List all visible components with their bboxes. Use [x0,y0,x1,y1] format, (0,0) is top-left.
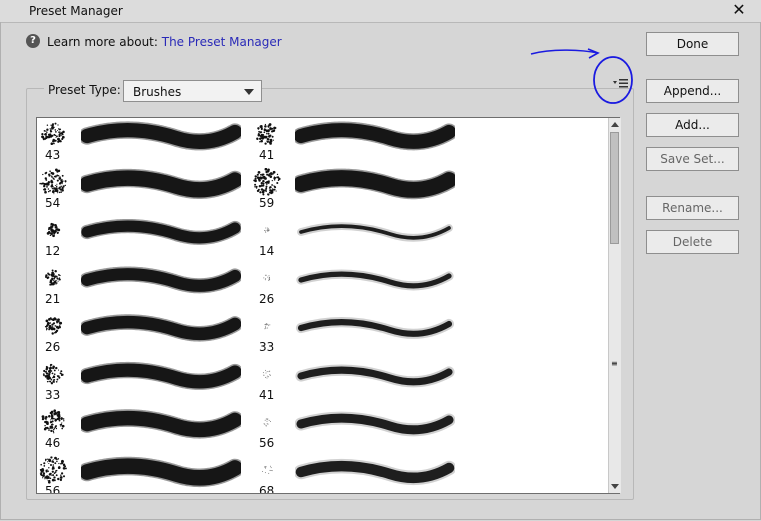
brush-stroke-preview [81,314,241,342]
rename-button[interactable]: Rename... [646,196,739,220]
window-title: Preset Manager [29,4,123,18]
brush-grid[interactable]: 43 54 12 21 26 33 46 56 41 59 14 26 33 41 56 68 [36,117,620,494]
brush-stroke-preview [296,269,454,291]
brush-preset-item[interactable]: 21 [37,264,241,312]
title-bar: Preset Manager ✕ [0,0,761,23]
append-button[interactable]: Append... [646,79,739,103]
brush-stroke-preview [81,266,241,294]
brush-tip-icon [262,465,273,474]
brush-tip-icon [39,456,67,484]
brush-size-label: 56 [259,436,275,450]
brush-size-label: 68 [259,484,275,494]
brush-size-label: 59 [259,196,275,210]
brush-stroke-preview [295,364,455,388]
brush-tip-icon [263,274,271,281]
brush-tip-icon [44,269,61,286]
save-set-button[interactable]: Save Set... [646,147,739,171]
brush-size-label: 56 [45,484,61,494]
brush-preset-item[interactable]: 46 [37,408,241,456]
brush-size-label: 26 [45,340,61,354]
brush-stroke-preview [81,361,241,390]
brush-tip-icon [256,123,277,145]
brush-stroke-preview [295,168,455,200]
brush-tip-icon [41,122,65,145]
brush-preset-item[interactable]: 33 [37,360,241,408]
brush-size-label: 26 [259,292,275,306]
brush-size-label: 41 [259,148,275,162]
brush-preset-item[interactable]: 26 [251,264,454,312]
chevron-down-icon [244,89,254,95]
preset-manager-link[interactable]: The Preset Manager [162,35,282,49]
preset-type-select[interactable]: Brushes [123,80,262,102]
brush-stroke-preview [81,218,241,245]
brush-tip-icon [264,323,271,330]
brush-stroke-preview [81,168,241,199]
brush-size-label: 43 [45,148,61,162]
add-button[interactable]: Add... [646,113,739,137]
brush-stroke-preview [297,222,453,242]
brush-preset-item[interactable]: 26 [37,312,241,360]
brush-preset-item[interactable]: 12 [37,216,241,264]
brush-tip-icon [262,369,271,379]
brush-preset-item[interactable]: 43 [37,120,241,168]
brush-tip-icon [39,168,67,195]
brush-preset-item[interactable]: 54 [37,168,241,216]
delete-button[interactable]: Delete [646,230,739,254]
brush-size-label: 21 [45,292,61,306]
brush-size-label: 12 [45,244,61,258]
preset-type-label: Preset Type: [44,83,125,97]
brush-preset-item[interactable]: 14 [251,216,453,264]
brush-tip-icon [263,418,271,427]
brush-size-label: 46 [45,436,61,450]
brush-preset-item[interactable]: 68 [251,456,455,494]
brush-tip-icon [253,168,281,196]
brush-preset-item[interactable]: 33 [251,312,455,360]
hand-drawn-annotation [530,48,633,104]
scroll-thumb[interactable] [610,132,619,244]
brush-stroke-preview [295,411,455,437]
done-button[interactable]: Done [646,32,739,56]
brush-stroke-preview [81,456,241,488]
learn-more-text: Learn more about: [47,35,158,49]
help-icon: ? [26,34,40,48]
brush-tip-icon [44,317,63,335]
brush-stroke-preview [81,121,241,151]
brush-preset-item[interactable]: 56 [37,456,241,494]
brush-preset-item[interactable]: 59 [251,168,455,216]
scroll-up-icon[interactable] [611,122,619,127]
brush-stroke-preview [295,121,455,151]
scroll-down-icon[interactable] [611,484,619,489]
close-icon[interactable]: ✕ [730,1,748,19]
preset-type-value: Brushes [133,85,182,99]
brush-stroke-preview [295,317,455,339]
brush-stroke-preview [81,409,241,439]
brush-preset-item[interactable]: 41 [251,120,455,168]
brush-size-label: 41 [259,388,275,402]
scroll-grip-icon: ≡ [611,359,618,368]
brush-tip-icon [41,409,65,434]
brush-size-label: 54 [45,196,61,210]
brush-size-label: 14 [259,244,275,258]
brush-grid-scrollbar[interactable]: ≡ [608,118,621,493]
learn-more: Learn more about: The Preset Manager [47,35,282,49]
brush-tip-icon [42,363,64,385]
brush-size-label: 33 [45,388,61,402]
brush-tip-icon [46,222,61,238]
brush-stroke-preview [295,458,455,485]
brush-tip-icon [264,227,270,233]
brush-preset-item[interactable]: 41 [251,360,455,408]
brush-size-label: 33 [259,340,275,354]
brush-preset-item[interactable]: 56 [251,408,455,456]
